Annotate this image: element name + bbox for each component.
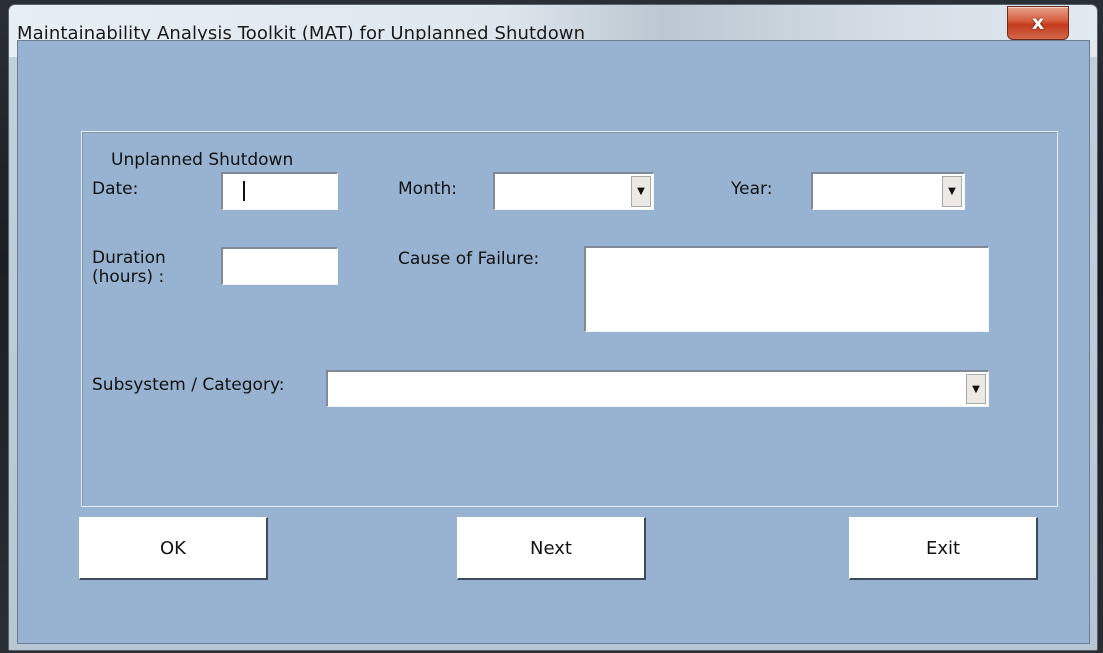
text-caret — [243, 181, 245, 201]
frame-legend: Unplanned Shutdown — [103, 150, 302, 170]
exit-button[interactable]: Exit — [849, 517, 1038, 580]
next-button[interactable]: Next — [457, 517, 646, 580]
duration-label-line2: (hours) : — [92, 267, 165, 287]
date-input[interactable] — [221, 172, 338, 210]
year-select[interactable]: ▼ — [811, 172, 965, 210]
form-client-area: Unplanned Shutdown Date: Month: ▼ Year: … — [17, 40, 1090, 644]
dialog-window: Maintainability Analysis Toolkit (MAT) f… — [8, 4, 1098, 651]
chevron-down-icon[interactable]: ▼ — [631, 176, 651, 207]
cause-of-failure-input[interactable] — [584, 246, 989, 332]
year-label: Year: — [731, 179, 773, 199]
duration-label-line1: Duration — [92, 248, 166, 268]
chevron-down-icon[interactable]: ▼ — [966, 374, 986, 404]
duration-input[interactable] — [221, 247, 338, 285]
cause-of-failure-label: Cause of Failure: — [398, 249, 540, 269]
subsystem-category-select[interactable]: ▼ — [326, 370, 989, 407]
close-button[interactable]: x — [1007, 6, 1069, 40]
month-label: Month: — [398, 179, 458, 199]
date-label: Date: — [92, 179, 139, 199]
chevron-down-icon[interactable]: ▼ — [942, 176, 962, 207]
month-select[interactable]: ▼ — [493, 172, 654, 210]
subsystem-category-label: Subsystem / Category: — [92, 375, 285, 395]
close-icon: x — [1031, 12, 1045, 34]
ok-button[interactable]: OK — [79, 517, 268, 580]
